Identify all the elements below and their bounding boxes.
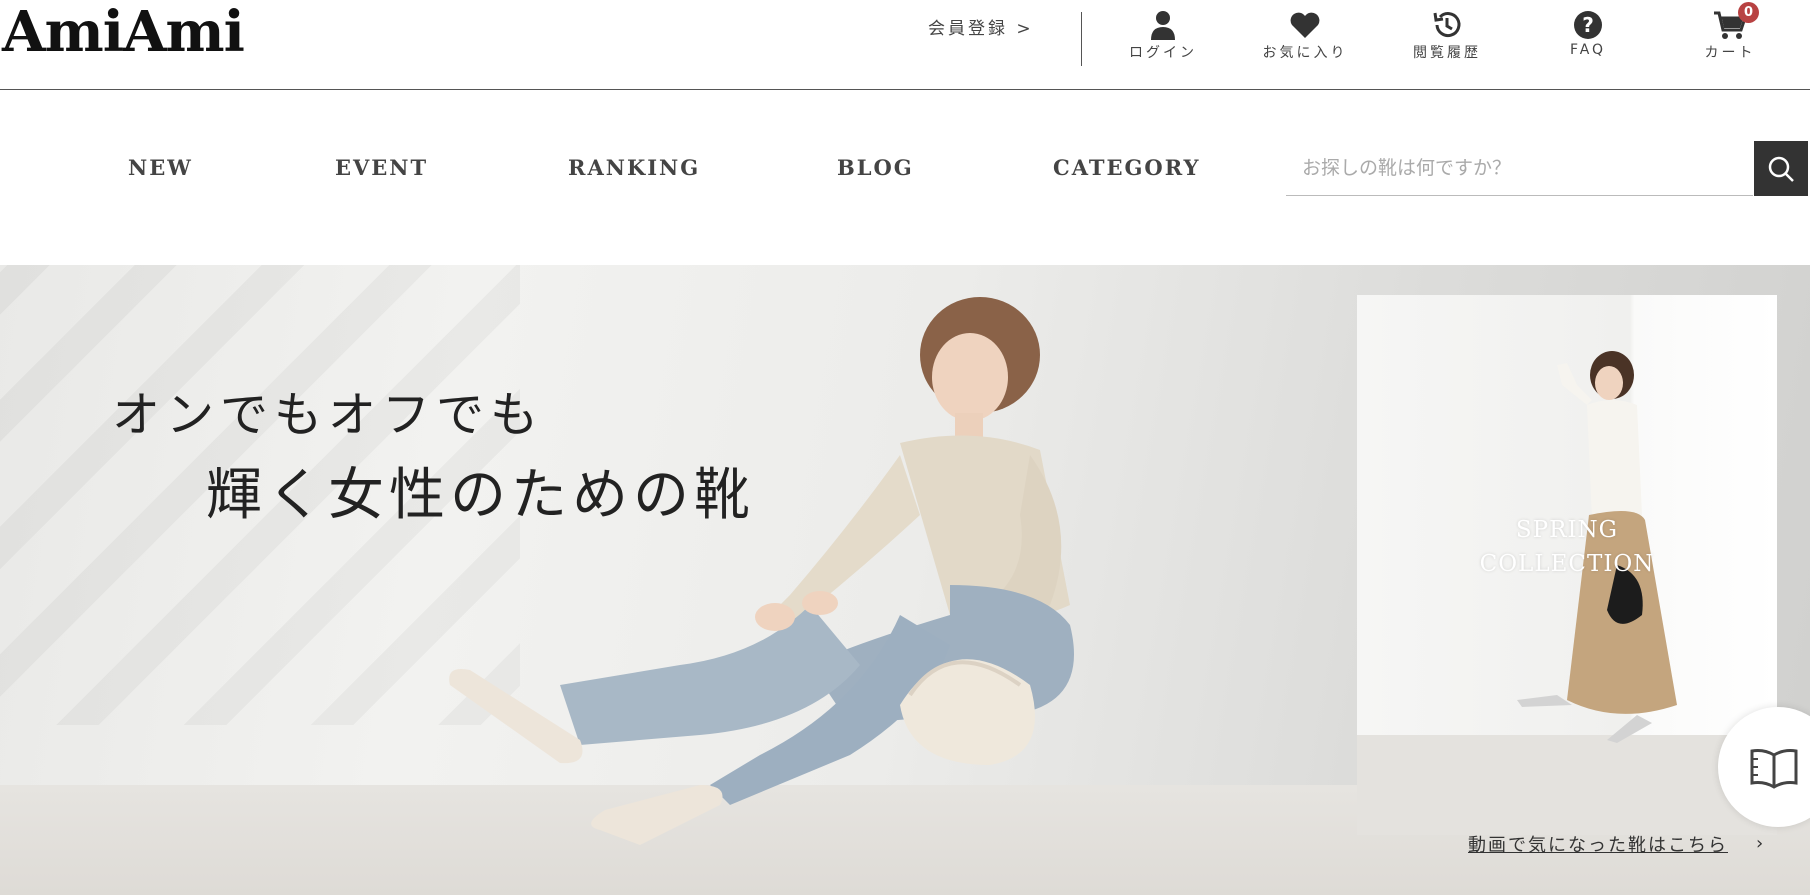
video-shoes-link[interactable]: 動画で気になった靴はこちら — [1468, 831, 1728, 857]
spring-collection-card[interactable]: SPRING COLLECTION — [1357, 295, 1777, 835]
nav-item-category[interactable]: CATEGORY — [1053, 155, 1201, 180]
user-icon — [1149, 8, 1177, 42]
collection-title-line1: SPRING — [1515, 517, 1619, 543]
collection-title-line2: COLLECTION — [1479, 551, 1655, 577]
history-label: 閲覧履歴 — [1413, 45, 1481, 61]
favorites-button[interactable]: お気に入り — [1240, 8, 1370, 68]
favorites-label: お気に入り — [1262, 45, 1348, 61]
heart-icon — [1289, 8, 1321, 42]
question-icon: ? — [1573, 8, 1603, 42]
search-bar — [1286, 141, 1808, 196]
login-button[interactable]: ログイン — [1098, 8, 1228, 68]
hero-model-image — [449, 297, 1074, 845]
history-button[interactable]: 閲覧履歴 — [1382, 8, 1512, 68]
faq-label: FAQ — [1569, 42, 1607, 58]
main-nav: NEW EVENT RANKING BLOG CATEGORY — [0, 91, 1810, 265]
svg-text:?: ? — [1582, 13, 1594, 37]
site-header: AmiAmi 会員登録 > ログイン お気に入り 閲覧履歴 ? FAQ 0 カー… — [0, 0, 1810, 90]
book-icon — [1750, 749, 1798, 789]
search-button[interactable] — [1754, 141, 1808, 196]
collection-title: SPRING COLLECTION — [1357, 513, 1777, 581]
header-divider — [1081, 12, 1082, 66]
history-icon — [1431, 8, 1463, 42]
faq-button[interactable]: ? FAQ — [1523, 8, 1653, 68]
cart-button[interactable]: 0 カート — [1665, 2, 1795, 68]
site-logo[interactable]: AmiAmi — [2, 2, 245, 62]
cart-label: カート — [1704, 45, 1756, 61]
hero-banner[interactable]: オンでもオフでも 輝く女性のための靴 SPRING COLLECTION 動画で… — [0, 265, 1810, 895]
search-icon — [1768, 156, 1794, 182]
register-link[interactable]: 会員登録 > — [928, 14, 1034, 39]
login-label: ログイン — [1129, 45, 1197, 61]
nav-item-event[interactable]: EVENT — [335, 155, 428, 180]
nav-item-ranking[interactable]: RANKING — [568, 155, 700, 180]
search-input[interactable] — [1286, 141, 1753, 196]
cart-icon: 0 — [1713, 2, 1759, 42]
cart-count-badge: 0 — [1738, 2, 1759, 23]
nav-item-blog[interactable]: BLOG — [837, 155, 914, 180]
nav-item-new[interactable]: NEW — [128, 155, 193, 180]
chevron-right-icon: › — [1756, 833, 1764, 854]
